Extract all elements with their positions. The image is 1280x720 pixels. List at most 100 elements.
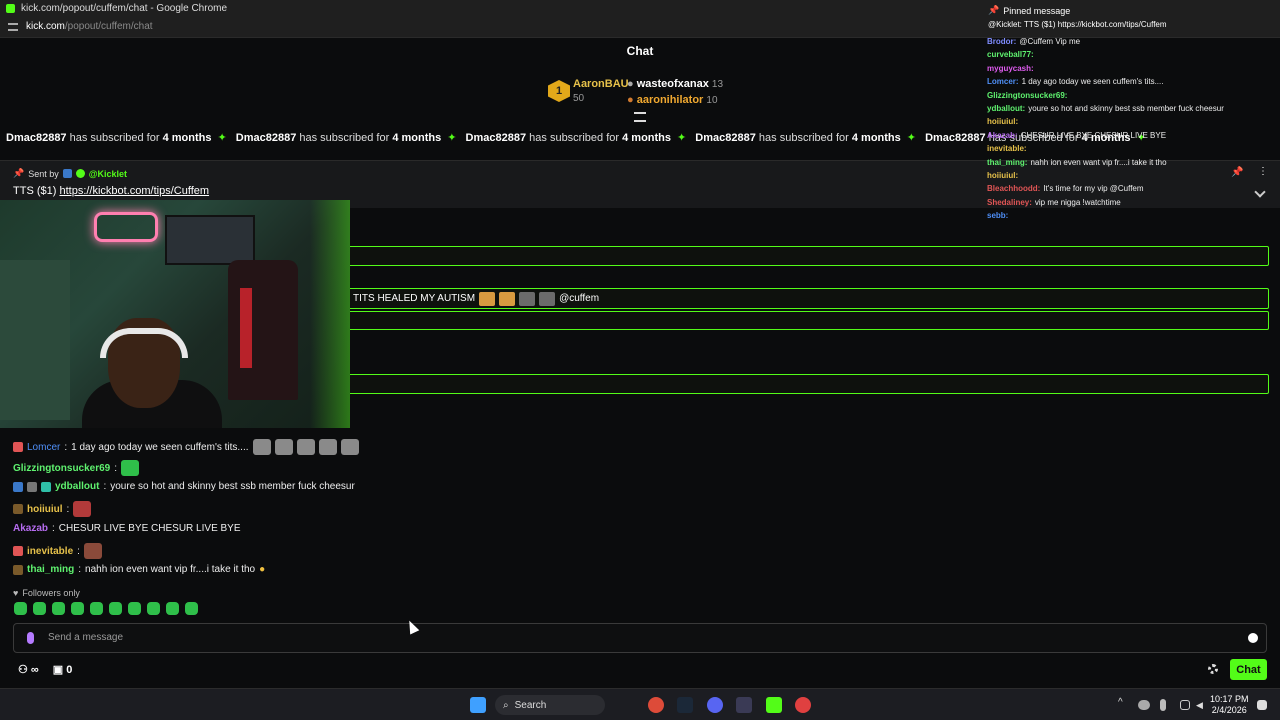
emote-button[interactable] — [71, 602, 84, 615]
emote-button[interactable] — [147, 602, 160, 615]
emote — [499, 291, 516, 306]
overlay-username: Glizzingtonsucker69: — [987, 90, 1068, 100]
taskbar-clock[interactable]: 10:17 PM 2/4/2026 — [1210, 694, 1249, 716]
emote-button[interactable] — [52, 602, 65, 615]
chat-message: inevitable: — [13, 543, 102, 559]
overlay-username: curveball77: — [987, 50, 1034, 60]
emote-button[interactable] — [109, 602, 122, 615]
leader-second-name[interactable]: ● wasteofxanax 13 — [627, 78, 723, 90]
followers-only-label: Followers only — [22, 588, 80, 598]
chat-message: ydballout: youre so hot and skinny best … — [13, 481, 355, 492]
username[interactable]: Lomcer — [27, 442, 60, 453]
cloud-icon[interactable] — [1138, 700, 1150, 710]
emoji-picker-icon[interactable] — [1248, 633, 1258, 643]
username[interactable]: Akazab — [13, 523, 48, 534]
pinned-link[interactable]: https://kickbot.com/tips/Cuffem — [59, 185, 209, 197]
connection-icon[interactable]: ⚇ ∞ — [18, 663, 39, 676]
overlay-chat-line: Brodor: @Cuffem Vip me — [987, 37, 1080, 46]
points-count: 0 — [66, 664, 73, 676]
app-icon[interactable] — [736, 697, 752, 713]
windows-start-icon[interactable] — [470, 697, 486, 713]
emote — [274, 439, 293, 455]
badge-icon — [13, 564, 23, 575]
chrome-active-icon[interactable] — [795, 697, 811, 713]
volume-icon[interactable]: ◀ — [1196, 700, 1206, 710]
site-settings-icon[interactable] — [8, 22, 18, 31]
overlay-username: hoiiuiul: — [987, 171, 1019, 180]
taskbar-search-label: Search — [514, 699, 547, 711]
sparkle-icon: ✦ — [217, 132, 227, 144]
overlay-message-text: 1 day ago today we seen cuffem's tits...… — [1021, 77, 1164, 87]
gift-leaderboard[interactable]: 1 AaronBAU 50 ● wasteofxanax 13 ● aaroni… — [548, 76, 748, 108]
overlay-chat-line: myguycash: — [987, 64, 1037, 73]
mic-tray-icon[interactable] — [1160, 699, 1166, 711]
overlay-chat-line: hoiiuiul: — [987, 171, 1021, 180]
username[interactable]: ydballout — [55, 481, 99, 492]
emote — [121, 460, 140, 476]
overlay-username: ydballout: — [987, 104, 1026, 113]
gaming-chair — [228, 260, 298, 400]
leader-third-name[interactable]: ● aaronihilator 10 — [627, 94, 718, 106]
overlay-username: sebb: — [987, 211, 1009, 221]
discord-icon[interactable] — [707, 697, 723, 713]
expand-leaderboard-icon[interactable] — [634, 112, 646, 122]
username[interactable]: thai_ming — [27, 564, 74, 575]
leader-second-count: 13 — [711, 79, 724, 90]
kick-app-icon[interactable] — [766, 697, 782, 713]
message-text: CHESUR LIVE BYE CHESUR LIVE BYE — [58, 523, 241, 534]
mention[interactable]: @cuffem — [559, 293, 599, 304]
overlay-message-text: It's time for my vip @Cuffem — [1043, 184, 1144, 194]
leader-top-name[interactable]: AaronBAU — [573, 78, 629, 90]
username[interactable]: Glizzingtonsucker69 — [13, 463, 110, 474]
overlay-username: Bleachhoodd: — [987, 184, 1041, 194]
emote-button[interactable] — [185, 602, 198, 615]
emote-button[interactable] — [33, 602, 46, 615]
badge-icon — [13, 481, 23, 492]
gear-icon[interactable] — [1208, 664, 1218, 674]
overlay-username: Brodor: — [987, 37, 1017, 46]
steam-icon[interactable] — [677, 697, 693, 713]
message-input[interactable]: Send a message — [13, 623, 1267, 653]
emote — [318, 439, 337, 455]
points-display[interactable]: ▣ 0 — [53, 663, 73, 676]
chrome-icon[interactable] — [648, 697, 664, 713]
overlay-chat-line: thai_ming: nahh ion even want vip fr....i… — [987, 158, 1167, 167]
emote-button[interactable] — [166, 602, 179, 615]
overlay-chat: 📌 Pinned message @Kicklet: TTS ($1) http… — [982, 0, 1280, 222]
overlay-username: hoiiuiul: — [987, 117, 1019, 127]
overlay-username: Shedaliney: — [987, 197, 1032, 207]
overlay-username: Lomcer: — [987, 77, 1019, 87]
url-host: kick.com — [26, 21, 65, 32]
clock-time: 10:17 PM — [1210, 694, 1249, 704]
clock-date: 2/4/2026 — [1211, 705, 1247, 715]
taskbar-search[interactable]: ⌕ Search — [495, 695, 605, 715]
chat-send-button[interactable]: Chat — [1230, 659, 1267, 680]
unpin-icon[interactable]: 📌 — [1231, 167, 1243, 178]
badge-icon — [13, 504, 23, 514]
emote-button[interactable] — [90, 602, 103, 615]
pinned-sender-line: 📌 Sent by @Kicklet — [13, 168, 127, 179]
overlay-pinned-text: @Kicklet: TTS ($1) https://kickbot.com/t… — [988, 20, 1167, 29]
leader-second-label: wasteofxanax — [636, 78, 709, 90]
overlay-chat-line: Lomcer: 1 day ago today we seen cuffem's … — [987, 77, 1163, 86]
neon-sign — [94, 212, 158, 242]
overlay-chat-line: curveball77: — [987, 50, 1037, 59]
notification-icon[interactable] — [1257, 700, 1267, 710]
message-text: 1 day ago today we seen cuffem's tits...… — [71, 441, 249, 453]
emote-button[interactable] — [14, 602, 27, 615]
emote — [479, 291, 496, 306]
sparkle-icon: ✦ — [677, 132, 687, 144]
network-icon[interactable] — [1180, 700, 1190, 710]
overlay-pinned-header: 📌 Pinned message — [988, 5, 1070, 16]
chat-message: thai_ming: nahh ion even want vip fr....… — [13, 564, 265, 575]
more-options-icon[interactable]: ⋮ — [1258, 166, 1268, 177]
pinned-text-body: TTS ($1) — [13, 185, 57, 197]
overlay-chat-line: Akazab: CHESUR LIVE BYE CHESUR LIVE BYE — [987, 131, 1166, 140]
overlay-message-text: CHESUR LIVE BYE CHESUR LIVE BYE — [1020, 130, 1167, 140]
pinned-sender[interactable]: @Kicklet — [89, 169, 127, 179]
username[interactable]: hoiiuiul — [27, 504, 63, 515]
username[interactable]: inevitable — [27, 546, 73, 557]
tray-chevron-icon[interactable]: ^ — [1118, 697, 1126, 713]
mic-icon[interactable] — [27, 632, 34, 644]
emote-button[interactable] — [128, 602, 141, 615]
